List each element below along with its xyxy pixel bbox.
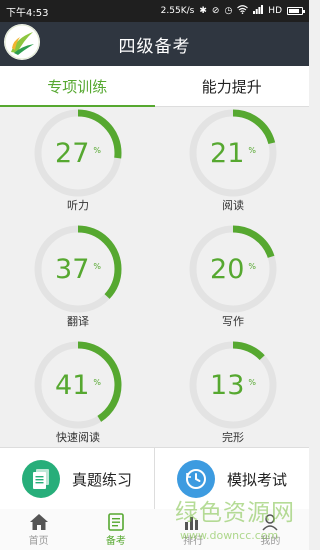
battery-icon [287, 7, 305, 15]
mute-icon: ⊘ [211, 6, 220, 16]
bar-chart-icon [184, 512, 202, 532]
mock-exam-button[interactable]: 模拟考试 [154, 448, 309, 510]
document-icon [108, 512, 124, 532]
percent-value: 21 [210, 137, 245, 169]
skill-label: 听力 [67, 199, 89, 212]
nav-home[interactable]: 首页 [0, 509, 77, 550]
percent-sign: % [248, 145, 256, 155]
skill-fast-reading[interactable]: 41 % 快速阅读 [0, 339, 154, 452]
percent-value: 13 [210, 369, 245, 401]
tab-bar: 专项训练 能力提升 [0, 66, 309, 107]
status-indicators: 2.55K/s ✱ ⊘ ◷ HD [160, 5, 305, 17]
skill-cloze[interactable]: 13 % 完形 [155, 339, 309, 452]
percent-sign: % [93, 145, 101, 155]
nav-label: 备考 [105, 536, 126, 547]
percent-value: 37 [55, 253, 90, 285]
app-logo [4, 24, 40, 60]
network-speed: 2.55K/s [160, 6, 195, 16]
skill-label: 阅读 [222, 199, 244, 212]
percent-value: 41 [55, 369, 90, 401]
clock-icon [176, 460, 215, 498]
percent-sign: % [93, 261, 101, 271]
percent-sign: % [93, 377, 101, 387]
tab-special-training[interactable]: 专项训练 [0, 66, 155, 107]
skill-label: 翻译 [67, 315, 89, 328]
app-header: 四级备考 [0, 22, 309, 66]
signal-icon [253, 5, 264, 17]
network-type: HD [268, 6, 282, 16]
bluetooth-icon: ✱ [199, 6, 207, 16]
nav-mine[interactable]: 我的 [232, 509, 309, 550]
skill-translation[interactable]: 37 % 翻译 [0, 223, 154, 336]
wifi-icon [237, 5, 249, 17]
nav-exam-prep[interactable]: 备考 [77, 509, 154, 550]
skill-writing[interactable]: 20 % 写作 [155, 223, 309, 336]
percent-value: 27 [55, 137, 90, 169]
page-title: 四级备考 [118, 36, 191, 57]
real-exam-label: 真题练习 [71, 470, 132, 489]
user-icon [261, 512, 279, 532]
tab-label: 专项训练 [47, 77, 108, 96]
real-exam-button[interactable]: 真题练习 [0, 448, 154, 510]
percent-sign: % [248, 377, 256, 387]
skill-label: 写作 [222, 315, 244, 328]
status-time: 下午4:53 [6, 7, 49, 19]
skill-label: 完形 [222, 431, 244, 444]
home-icon [29, 512, 49, 532]
bottom-nav: 首页 备考 排行 我的 [0, 509, 309, 550]
nav-label: 我的 [260, 536, 281, 547]
practice-bar: 真题练习 模拟考试 [0, 447, 309, 511]
nav-label: 排行 [183, 536, 204, 547]
skill-reading[interactable]: 21 % 阅读 [155, 107, 309, 220]
mock-exam-label: 模拟考试 [226, 470, 287, 489]
skill-label: 快速阅读 [56, 431, 100, 444]
tab-label: 能力提升 [201, 77, 262, 96]
nav-ranking[interactable]: 排行 [155, 509, 232, 550]
alarm-icon: ◷ [224, 6, 233, 16]
percent-value: 20 [210, 253, 245, 285]
tab-ability-improvement[interactable]: 能力提升 [155, 66, 310, 106]
documents-icon [21, 460, 60, 498]
skill-listening[interactable]: 27 % 听力 [0, 107, 154, 220]
skill-grid: 27 % 听力 21 % 阅读 37 % 翻译 20 % 写作 41 % 快速阅… [0, 107, 309, 447]
nav-label: 首页 [28, 536, 49, 547]
percent-sign: % [248, 261, 256, 271]
status-bar: 下午4:53 2.55K/s ✱ ⊘ ◷ HD [0, 0, 309, 22]
